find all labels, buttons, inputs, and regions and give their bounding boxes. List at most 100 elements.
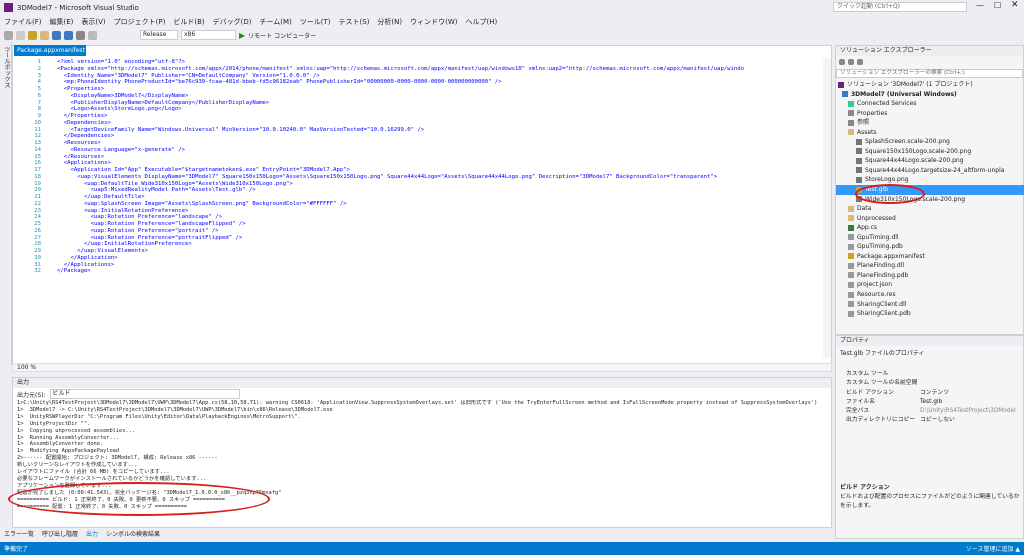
code-line[interactable]: 29 </uap:VisualElements>: [13, 248, 821, 255]
code-line[interactable]: 27 <uap:Rotation Preference="portraitFli…: [13, 235, 821, 242]
tab-package-appxmanifest[interactable]: Package.appxmanifest: [14, 45, 86, 56]
code-line[interactable]: 6 <DisplayName>3DModel7</DisplayName>: [13, 93, 821, 100]
property-value[interactable]: Test.glb: [920, 398, 1023, 407]
property-row[interactable]: ビルド アクション コンテンツ: [836, 389, 1023, 398]
property-row[interactable]: カスタム ツールの名前空間: [836, 379, 1023, 388]
menu-item[interactable]: ツール(T): [296, 17, 335, 27]
code-line[interactable]: 16 <Applications>: [13, 160, 821, 167]
tree-item[interactable]: PlaneFinding.pdb: [836, 271, 1024, 281]
save-icon[interactable]: [52, 30, 61, 40]
menu-item[interactable]: ヘルプ(H): [462, 17, 502, 27]
code-line[interactable]: 1 <?xml version="1.0" encoding="utf-8"?>: [13, 59, 821, 66]
property-value[interactable]: D:\Unity\RS4TestProject\3DModel: [920, 407, 1023, 416]
maximize-button[interactable]: ☐: [994, 1, 1001, 10]
code-line[interactable]: 31 </Applications>: [13, 262, 821, 269]
close-button[interactable]: ✕: [1011, 0, 1019, 10]
menu-item[interactable]: 表示(V): [77, 17, 109, 27]
menu-item[interactable]: 分析(N): [373, 17, 406, 27]
code-line[interactable]: 20 <uap5:MixedRealityModel Path="Assets\…: [13, 187, 821, 194]
code-line[interactable]: 5 <Properties>: [13, 86, 821, 93]
output-source-dropdown[interactable]: ビルド: [49, 389, 240, 399]
tree-item[interactable]: App.cs: [836, 223, 1024, 233]
property-row[interactable]: 完全パス D:\Unity\RS4TestProject\3DModel: [836, 407, 1023, 416]
tree-item[interactable]: Square150x150Logo.scale-200.png: [836, 147, 1024, 157]
toolbox-strip[interactable]: ツールボックス: [0, 42, 12, 365]
redo-icon[interactable]: [88, 30, 97, 40]
menu-item[interactable]: チーム(M): [255, 17, 295, 27]
code-line[interactable]: 25 <uap:Rotation Preference="landscapeFl…: [13, 221, 821, 228]
code-line[interactable]: 17 <Application Id="App" Executable="$ta…: [13, 167, 821, 174]
code-line[interactable]: 8 <Logo>Assets\StoreLogo.png</Logo>: [13, 106, 821, 113]
source-control-button[interactable]: ソース管理に追加 ▲: [966, 544, 1020, 553]
tree-item[interactable]: Assets: [836, 128, 1024, 138]
tree-item[interactable]: Properties: [836, 109, 1024, 119]
code-line[interactable]: 11 <TargetDeviceFamily Name="Windows.Uni…: [13, 127, 821, 134]
platform-dropdown[interactable]: x86: [181, 30, 236, 40]
menu-item[interactable]: デバッグ(D): [209, 17, 256, 27]
tree-item[interactable]: Package.appxmanifest: [836, 252, 1024, 262]
solution-search-input[interactable]: ソリューション エクスプローラーの検索 (Ctrl+;): [836, 69, 1023, 78]
tree-item[interactable]: GpuTiming.dll: [836, 233, 1024, 243]
property-value[interactable]: [920, 379, 1023, 388]
code-line[interactable]: 7 <PublisherDisplayName>DefaultCompany</…: [13, 100, 821, 107]
property-row[interactable]: 出力ディレクトリにコピー コピーしない: [836, 416, 1023, 425]
new-project-icon[interactable]: [28, 30, 37, 40]
code-line[interactable]: 19 <uap:DefaultTile Wide310x150Logo="Ass…: [13, 181, 821, 188]
property-row[interactable]: カスタム ツール: [836, 370, 1023, 379]
tree-item[interactable]: 参照: [836, 118, 1024, 128]
menu-item[interactable]: テスト(S): [335, 17, 374, 27]
code-line[interactable]: 10 <Dependencies>: [13, 120, 821, 127]
tree-item[interactable]: StoreLogo.png: [836, 175, 1024, 185]
code-line[interactable]: 26 <uap:Rotation Preference="portrait" /…: [13, 228, 821, 235]
tree-item[interactable]: Unprocessed: [836, 214, 1024, 224]
code-line[interactable]: 24 <uap:Rotation Preference="landscape" …: [13, 214, 821, 221]
tree-item[interactable]: PlaneFinding.dll: [836, 261, 1024, 271]
config-dropdown[interactable]: Release: [140, 30, 178, 40]
bottom-tab[interactable]: エラー一覧: [4, 529, 34, 538]
menu-item[interactable]: ビルド(B): [169, 17, 208, 27]
tree-item[interactable]: GpuTiming.pdb: [836, 242, 1024, 252]
refresh-icon[interactable]: [857, 59, 863, 65]
tree-item[interactable]: project.json: [836, 280, 1024, 290]
code-line[interactable]: 21 </uap:DefaultTile>: [13, 194, 821, 201]
tree-item[interactable]: Square44x44Logo.targetsize-24_altform-un…: [836, 166, 1024, 176]
minimize-button[interactable]: —: [976, 1, 984, 10]
code-line[interactable]: 14 <Resource Language="x-generate" />: [13, 147, 821, 154]
code-line[interactable]: 15 </Resources>: [13, 154, 821, 161]
code-line[interactable]: 3 <Identity Name="3DModel7" Publisher="C…: [13, 73, 821, 80]
menu-item[interactable]: プロジェクト(P): [110, 17, 170, 27]
tree-item[interactable]: Resource.res: [836, 290, 1024, 300]
home-icon[interactable]: [848, 59, 854, 65]
undo-icon[interactable]: [76, 30, 85, 40]
zoom-level[interactable]: 100 %: [12, 363, 832, 372]
run-icon[interactable]: ▶: [239, 31, 245, 40]
code-line[interactable]: 23 <uap:InitialRotationPreference>: [13, 208, 821, 215]
bottom-tab[interactable]: シンボルの検索結果: [106, 529, 160, 538]
bottom-tab[interactable]: 出力: [86, 529, 98, 538]
run-target-button[interactable]: リモート コンピューター: [248, 31, 316, 40]
code-line[interactable]: 9 </Properties>: [13, 113, 821, 120]
tree-item[interactable]: Square44x44Logo.scale-200.png: [836, 156, 1024, 166]
code-line[interactable]: 12 </Dependencies>: [13, 133, 821, 140]
property-value[interactable]: [920, 370, 1023, 379]
tree-item[interactable]: SharingClient.dll: [836, 300, 1024, 310]
code-line[interactable]: 2 <Package xmlns="http://schemas.microsof…: [13, 66, 821, 73]
tree-item[interactable]: SplashScreen.scale-200.png: [836, 137, 1024, 147]
code-line[interactable]: 28 </uap:InitialRotationPreference>: [13, 241, 821, 248]
code-line[interactable]: 4 <mp:PhoneIdentity PhoneProductId="be76…: [13, 79, 821, 86]
code-editor[interactable]: 1 <?xml version="1.0" encoding="utf-8"?> 2…: [12, 45, 832, 365]
tree-item[interactable]: ソリューション '3DModel7' (1 プロジェクト): [836, 80, 1024, 90]
tree-item[interactable]: Data: [836, 204, 1024, 214]
quick-launch[interactable]: クイック起動 (Ctrl+Q): [833, 2, 967, 12]
code-line[interactable]: 13 <Resources>: [13, 140, 821, 147]
code-line[interactable]: 22 <uap:SplashScreen Image="Assets\Splas…: [13, 201, 821, 208]
menu-item[interactable]: 編集(E): [46, 17, 78, 27]
code-line[interactable]: 18 <uap:VisualElements DisplayName="3DMo…: [13, 174, 821, 181]
editor-scrollbar[interactable]: [823, 58, 831, 358]
code-line[interactable]: 30 </Application>: [13, 255, 821, 262]
menu-item[interactable]: ファイル(F): [0, 17, 46, 27]
tree-item[interactable]: Connected Services: [836, 99, 1024, 109]
property-value[interactable]: コピーしない: [920, 416, 1023, 425]
code-line[interactable]: 32 </Package>: [13, 268, 821, 275]
menu-item[interactable]: ウィンドウ(W): [406, 17, 461, 27]
